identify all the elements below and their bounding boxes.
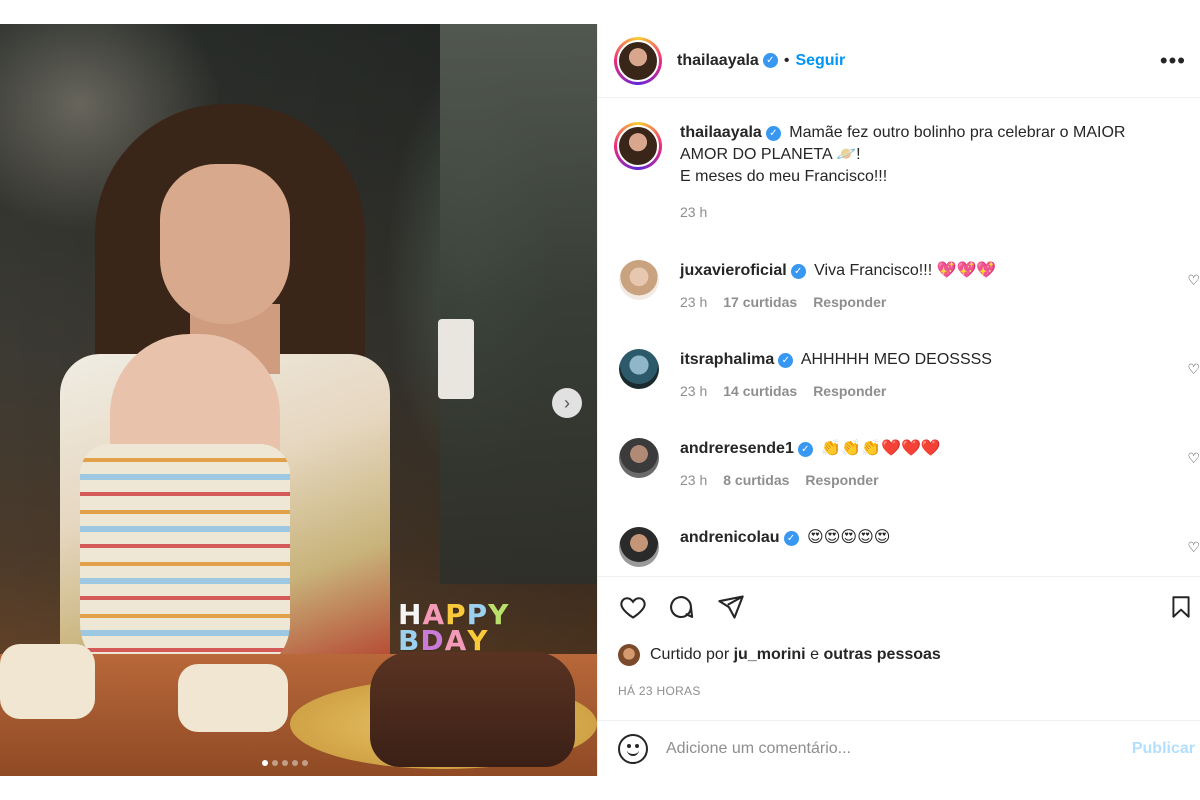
liked-by-prefix: Curtido por xyxy=(650,646,730,663)
comment-row: andreresende1 ✓ 👏👏👏❤️❤️❤️ 23 h 8 curtidas… xyxy=(614,438,1200,488)
comment-time[interactable]: 23 h xyxy=(680,383,707,399)
candle-letter: A xyxy=(444,624,468,657)
comment-bubble-icon[interactable] xyxy=(666,593,696,621)
photo-light-switch xyxy=(438,319,474,399)
comment-like-heart-icon[interactable]: ♡ xyxy=(1187,272,1200,289)
photo-face xyxy=(160,164,290,324)
comment-text: AHHHHH MEO DEOSSSS xyxy=(800,351,992,368)
comments-list[interactable]: thailaayala ✓ Mamãe fez outro bolinho pra… xyxy=(598,98,1200,574)
carousel-dot xyxy=(282,760,288,766)
like-heart-icon[interactable] xyxy=(618,593,648,621)
post-action-bar xyxy=(598,576,1200,636)
candle-letter: B xyxy=(398,624,421,657)
post-photo[interactable]: HAPPY BDAY › xyxy=(0,24,597,776)
emoji-smiley-icon[interactable] xyxy=(618,733,648,764)
comment-row: itsraphalima ✓ AHHHHH MEO DEOSSSS 23 h 14… xyxy=(614,349,1200,399)
comment-reply[interactable]: Responder xyxy=(805,472,878,488)
comment-like-heart-icon[interactable]: ♡ xyxy=(1187,361,1200,378)
post-side-panel: thailaayala ✓ • Seguir ••• thailaayala ✓ … xyxy=(597,24,1200,776)
photo-cake xyxy=(370,652,575,767)
verified-icon: ✓ xyxy=(790,264,806,279)
comment-reply[interactable]: Responder xyxy=(813,294,886,310)
more-options-icon[interactable]: ••• xyxy=(1160,48,1186,74)
header-separator: • xyxy=(783,51,790,69)
verified-icon: ✓ xyxy=(778,353,794,368)
follow-button[interactable]: Seguir xyxy=(795,52,845,70)
comment-reply[interactable]: Responder xyxy=(813,383,886,399)
liked-by-others[interactable]: outras pessoas xyxy=(823,646,940,664)
publish-button[interactable]: Publicar xyxy=(1132,740,1195,758)
candle-letter: D xyxy=(420,624,445,657)
verified-icon: ✓ xyxy=(783,531,799,546)
post-timestamp[interactable]: HÁ 23 HORAS xyxy=(618,684,701,698)
verified-icon: ✓ xyxy=(762,53,778,68)
caption-time[interactable]: 23 h xyxy=(680,204,707,220)
comment-like-heart-icon[interactable]: ♡ xyxy=(1187,539,1200,556)
carousel-dot xyxy=(262,760,268,766)
comment-avatar[interactable] xyxy=(619,438,659,478)
post-header: thailaayala ✓ • Seguir ••• xyxy=(598,24,1200,98)
comment-avatar[interactable] xyxy=(619,260,659,300)
carousel-dot xyxy=(272,760,278,766)
carousel-next-button[interactable]: › xyxy=(552,388,582,418)
photo-shoe-right xyxy=(178,664,288,732)
add-comment-bar: Publicar xyxy=(598,720,1200,776)
comment-input[interactable] xyxy=(666,739,1096,758)
carousel-dot xyxy=(292,760,298,766)
comment-text: Viva Francisco!!! 💖💖💖 xyxy=(814,262,997,279)
comment-username[interactable]: andreresende1 xyxy=(680,440,794,457)
candle-letter: Y xyxy=(488,598,510,631)
comment-avatar[interactable] xyxy=(619,349,659,389)
caption-text-line3: E meses do meu Francisco!!! xyxy=(680,168,888,185)
comment-avatar[interactable] xyxy=(619,527,659,567)
birthday-candles: HAPPY BDAY xyxy=(398,598,510,657)
comment-username[interactable]: andrenicolau xyxy=(680,529,780,546)
liker-avatar[interactable] xyxy=(618,644,640,666)
photo-window xyxy=(440,24,597,584)
comment-time[interactable]: 23 h xyxy=(680,472,707,488)
photo-shoe-left xyxy=(0,644,95,719)
comment-likes[interactable]: 14 curtidas xyxy=(723,383,797,399)
liked-by-line: Curtido por ju_morini e outras pessoas xyxy=(618,644,941,666)
liked-by-conj: e xyxy=(810,646,819,663)
post-caption: thailaayala ✓ Mamãe fez outro bolinho pra… xyxy=(614,122,1184,220)
author-avatar[interactable] xyxy=(614,36,662,85)
comment-row: juxavieroficial ✓ Viva Francisco!!! 💖💖💖 2… xyxy=(614,260,1200,310)
verified-icon: ✓ xyxy=(765,126,781,141)
liked-by-user[interactable]: ju_morini xyxy=(734,646,806,664)
comment-row: andrenicolau ✓ 😍😍😍😍😍 ♡ xyxy=(614,527,1200,567)
comment-likes[interactable]: 8 curtidas xyxy=(723,472,789,488)
verified-icon: ✓ xyxy=(797,442,813,457)
photo-romper xyxy=(80,444,290,674)
candle-letter: Y xyxy=(467,624,489,657)
caption-text-line1: Mamãe fez outro bolinho pra celebrar o M… xyxy=(789,124,1126,141)
comment-username[interactable]: itsraphalima xyxy=(680,351,774,368)
comment-username[interactable]: juxavieroficial xyxy=(680,262,787,279)
comment-likes[interactable]: 17 curtidas xyxy=(723,294,797,310)
caption-username[interactable]: thailaayala xyxy=(680,124,762,141)
carousel-dot xyxy=(302,760,308,766)
share-send-icon[interactable] xyxy=(716,593,746,621)
author-username[interactable]: thailaayala xyxy=(677,52,759,70)
comment-text: 😍😍😍😍😍 xyxy=(807,529,891,546)
caption-text-line2: AMOR DO PLANETA 🪐! xyxy=(680,146,861,163)
caption-author-avatar[interactable] xyxy=(614,122,662,170)
comment-time[interactable]: 23 h xyxy=(680,294,707,310)
carousel-dots xyxy=(262,760,308,766)
comment-text: 👏👏👏❤️❤️❤️ xyxy=(821,440,941,457)
save-bookmark-icon[interactable] xyxy=(1168,593,1194,621)
comment-like-heart-icon[interactable]: ♡ xyxy=(1187,450,1200,467)
